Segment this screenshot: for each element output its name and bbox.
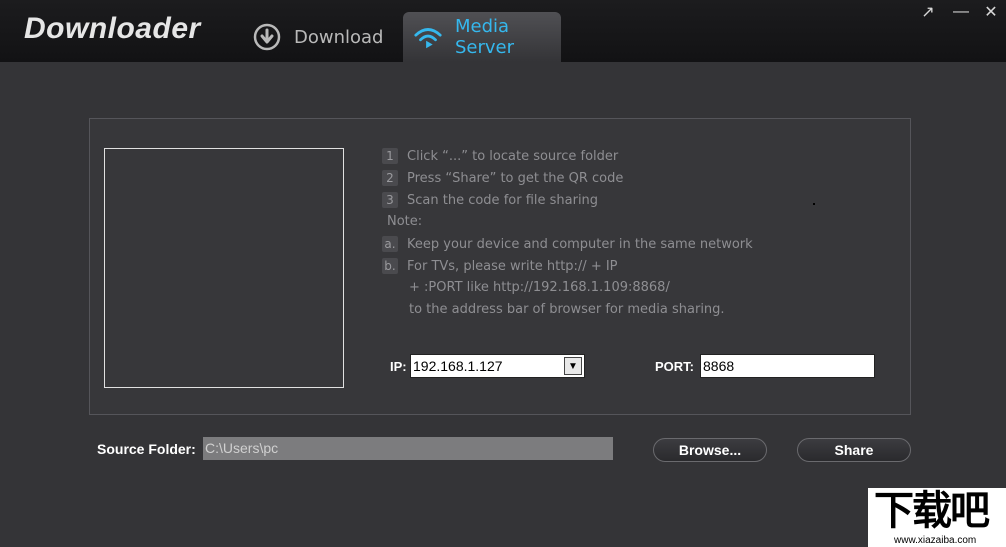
note-label: Note:: [387, 214, 423, 229]
port-input[interactable]: 8868: [700, 354, 875, 378]
share-button[interactable]: Share: [797, 438, 911, 462]
note-b-line-2: + :PORT like http://192.168.1.109:8868/: [409, 280, 670, 295]
tab-download[interactable]: Download: [252, 12, 392, 62]
watermark-chinese: 下载吧: [874, 488, 990, 534]
note-b: b. For TVs, please write http:// + IP: [382, 258, 618, 274]
browse-button[interactable]: Browse...: [653, 438, 767, 462]
qr-code-area: [104, 148, 344, 388]
note-a: a. Keep your device and computer in the s…: [382, 236, 753, 252]
minimize-button[interactable]: —: [952, 3, 970, 21]
popout-icon[interactable]: ↗: [919, 3, 937, 21]
source-folder-label: Source Folder:: [97, 441, 196, 457]
step-text: Press “Share” to get the QR code: [407, 171, 624, 186]
download-icon: [252, 22, 282, 52]
note-b-line-3: to the address bar of browser for media …: [409, 302, 725, 317]
watermark-url: www.xiazaiba.com: [894, 535, 977, 546]
step-number: 1: [382, 148, 398, 164]
step-text: Click “...” to locate source folder: [407, 149, 619, 164]
note-text: Keep your device and computer in the sam…: [407, 237, 753, 252]
port-label: PORT:: [655, 359, 694, 374]
step-number: 3: [382, 192, 398, 208]
note-letter: a.: [382, 236, 398, 252]
note-text: For TVs, please write http:// + IP: [407, 259, 618, 274]
chevron-down-icon[interactable]: ▼: [564, 357, 582, 375]
ip-value: 192.168.1.127: [413, 358, 503, 374]
ip-label: IP:: [390, 359, 407, 374]
stray-dot: [813, 203, 815, 205]
tab-media-server[interactable]: Media Server: [403, 12, 561, 62]
note-letter: b.: [382, 258, 398, 274]
instruction-step-3: 3 Scan the code for file sharing: [382, 192, 598, 208]
instruction-step-1: 1 Click “...” to locate source folder: [382, 148, 618, 164]
ip-select[interactable]: 192.168.1.127 ▼: [410, 354, 585, 378]
wifi-icon: [413, 22, 443, 52]
source-folder-input[interactable]: C:\Users\pc: [203, 437, 613, 460]
watermark-logo: 下载吧 www.xiazaiba.com: [868, 488, 1006, 547]
app-title: Downloader: [24, 12, 201, 45]
step-text: Scan the code for file sharing: [407, 193, 599, 208]
step-number: 2: [382, 170, 398, 186]
instruction-step-2: 2 Press “Share” to get the QR code: [382, 170, 623, 186]
tab-media-server-label: Media Server: [455, 16, 515, 58]
close-button[interactable]: ✕: [982, 3, 1000, 21]
tab-download-label: Download: [294, 26, 384, 48]
